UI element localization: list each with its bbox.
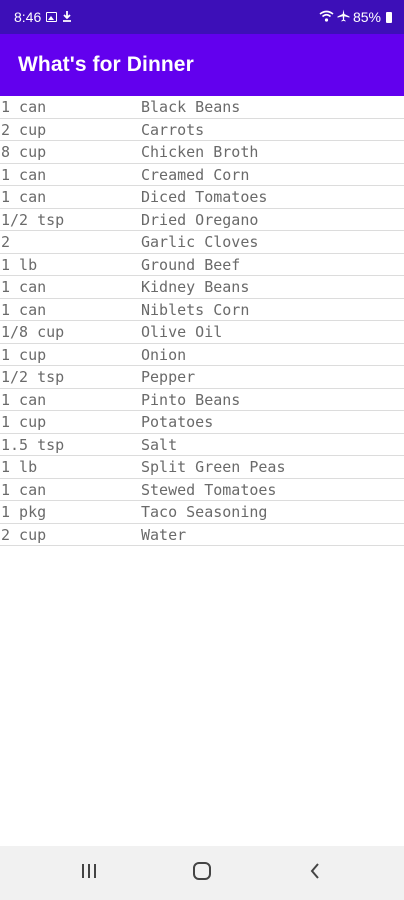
ingredient-row[interactable]: 8 cup Chicken Broth xyxy=(0,141,404,164)
ingredient-name: Kidney Beans xyxy=(141,278,250,296)
airplane-icon xyxy=(337,9,350,25)
ingredient-quantity: 1 pkg xyxy=(1,503,47,521)
ingredient-row[interactable]: 1/2 tsp Dried Oregano xyxy=(0,209,404,231)
ingredient-name: Diced Tomatoes xyxy=(141,188,268,206)
ingredient-name: Black Beans xyxy=(141,98,241,116)
ingredient-row[interactable]: 1 can Black Beans xyxy=(0,96,404,119)
ingredient-name: Onion xyxy=(141,345,187,364)
ingredient-name: Pinto Beans xyxy=(141,390,241,409)
download-icon xyxy=(62,10,72,25)
battery-percent: 85% xyxy=(352,9,381,25)
ingredient-name: Water xyxy=(141,525,187,544)
home-button[interactable] xyxy=(162,846,242,900)
back-icon xyxy=(308,861,322,885)
ingredient-row[interactable]: 1/8 cup Olive Oil xyxy=(0,321,404,344)
ingredient-name: Chicken Broth xyxy=(141,143,259,161)
ingredient-quantity: 1 cup xyxy=(1,345,47,364)
ingredient-quantity: 2 xyxy=(1,233,11,251)
ingredient-quantity: 2 cup xyxy=(1,120,47,139)
ingredient-quantity: 1 lb xyxy=(1,255,38,274)
ingredient-name: Potatoes xyxy=(141,413,214,431)
ingredient-row[interactable]: 1 can Stewed Tomatoes xyxy=(0,479,404,501)
ingredient-name: Taco Seasoning xyxy=(141,503,268,521)
ingredient-name: Niblets Corn xyxy=(141,300,250,319)
status-right: 85% xyxy=(319,9,392,25)
ingredient-quantity: 1 can xyxy=(1,188,47,206)
ingredient-name: Salt xyxy=(141,435,178,454)
ingredient-row[interactable]: 1 cup Potatoes xyxy=(0,411,404,434)
ingredient-quantity: 1 cup xyxy=(1,413,47,431)
ingredient-quantity: 1.5 tsp xyxy=(1,435,65,454)
ingredient-quantity: 1 can xyxy=(1,390,47,409)
ingredient-quantity: 1/8 cup xyxy=(1,323,65,341)
ingredient-row[interactable]: 1 can Pinto Beans xyxy=(0,389,404,411)
ingredient-quantity: 1 lb xyxy=(1,458,38,476)
ingredient-name: Stewed Tomatoes xyxy=(141,480,277,499)
ingredient-list: 1 can Black Beans 2 cup Carrots 8 cup Chicken… xyxy=(0,96,404,546)
ingredient-name: Dried Oregano xyxy=(141,210,259,229)
ingredient-name: Olive Oil xyxy=(141,323,223,341)
ingredient-row[interactable]: 2 Garlic Cloves xyxy=(0,231,404,254)
ingredient-quantity: 1 can xyxy=(1,300,47,319)
ingredient-row[interactable]: 1.5 tsp Salt xyxy=(0,434,404,456)
ingredient-row[interactable]: 1 can Niblets Corn xyxy=(0,299,404,321)
ingredient-name: Split Green Peas xyxy=(141,458,286,476)
wifi-icon xyxy=(319,10,334,25)
ingredient-row[interactable]: 2 cup Water xyxy=(0,524,404,546)
ingredient-quantity: 1 can xyxy=(1,165,47,184)
back-button[interactable] xyxy=(275,846,355,900)
ingredient-name: Garlic Cloves xyxy=(141,233,259,251)
ingredient-quantity: 1 can xyxy=(1,278,47,296)
ingredient-row[interactable]: 1 lb Split Green Peas xyxy=(0,456,404,479)
status-bar: 8:46 85% xyxy=(0,0,404,34)
ingredient-quantity: 1/2 tsp xyxy=(1,368,65,386)
ingredient-quantity: 1/2 tsp xyxy=(1,210,65,229)
ingredient-row[interactable]: 1 can Diced Tomatoes xyxy=(0,186,404,209)
ingredient-row[interactable]: 2 cup Carrots xyxy=(0,119,404,141)
gallery-icon xyxy=(46,12,58,22)
ingredient-row[interactable]: 1/2 tsp Pepper xyxy=(0,366,404,389)
ingredient-name: Creamed Corn xyxy=(141,165,250,184)
app-title: What's for Dinner xyxy=(18,53,194,76)
navigation-bar xyxy=(0,846,404,900)
status-time: 8:46 xyxy=(14,9,42,25)
ingredient-name: Ground Beef xyxy=(141,255,241,274)
ingredient-row[interactable]: 1 can Kidney Beans xyxy=(0,276,404,299)
ingredient-row[interactable]: 1 pkg Taco Seasoning xyxy=(0,501,404,524)
ingredient-row[interactable]: 1 cup Onion xyxy=(0,344,404,366)
recent-apps-button[interactable] xyxy=(49,846,129,900)
status-left: 8:46 xyxy=(14,9,72,25)
ingredient-name: Pepper xyxy=(141,368,196,386)
ingredient-name: Carrots xyxy=(141,120,205,139)
ingredient-row[interactable]: 1 lb Ground Beef xyxy=(0,254,404,276)
recent-apps-icon xyxy=(79,862,99,884)
ingredient-quantity: 1 can xyxy=(1,98,47,116)
ingredient-quantity: 2 cup xyxy=(1,525,47,544)
home-icon xyxy=(192,861,212,885)
battery-icon xyxy=(386,11,392,23)
ingredient-quantity: 8 cup xyxy=(1,143,47,161)
app-bar: What's for Dinner xyxy=(0,34,404,96)
ingredient-row[interactable]: 1 can Creamed Corn xyxy=(0,164,404,186)
ingredient-quantity: 1 can xyxy=(1,480,47,499)
